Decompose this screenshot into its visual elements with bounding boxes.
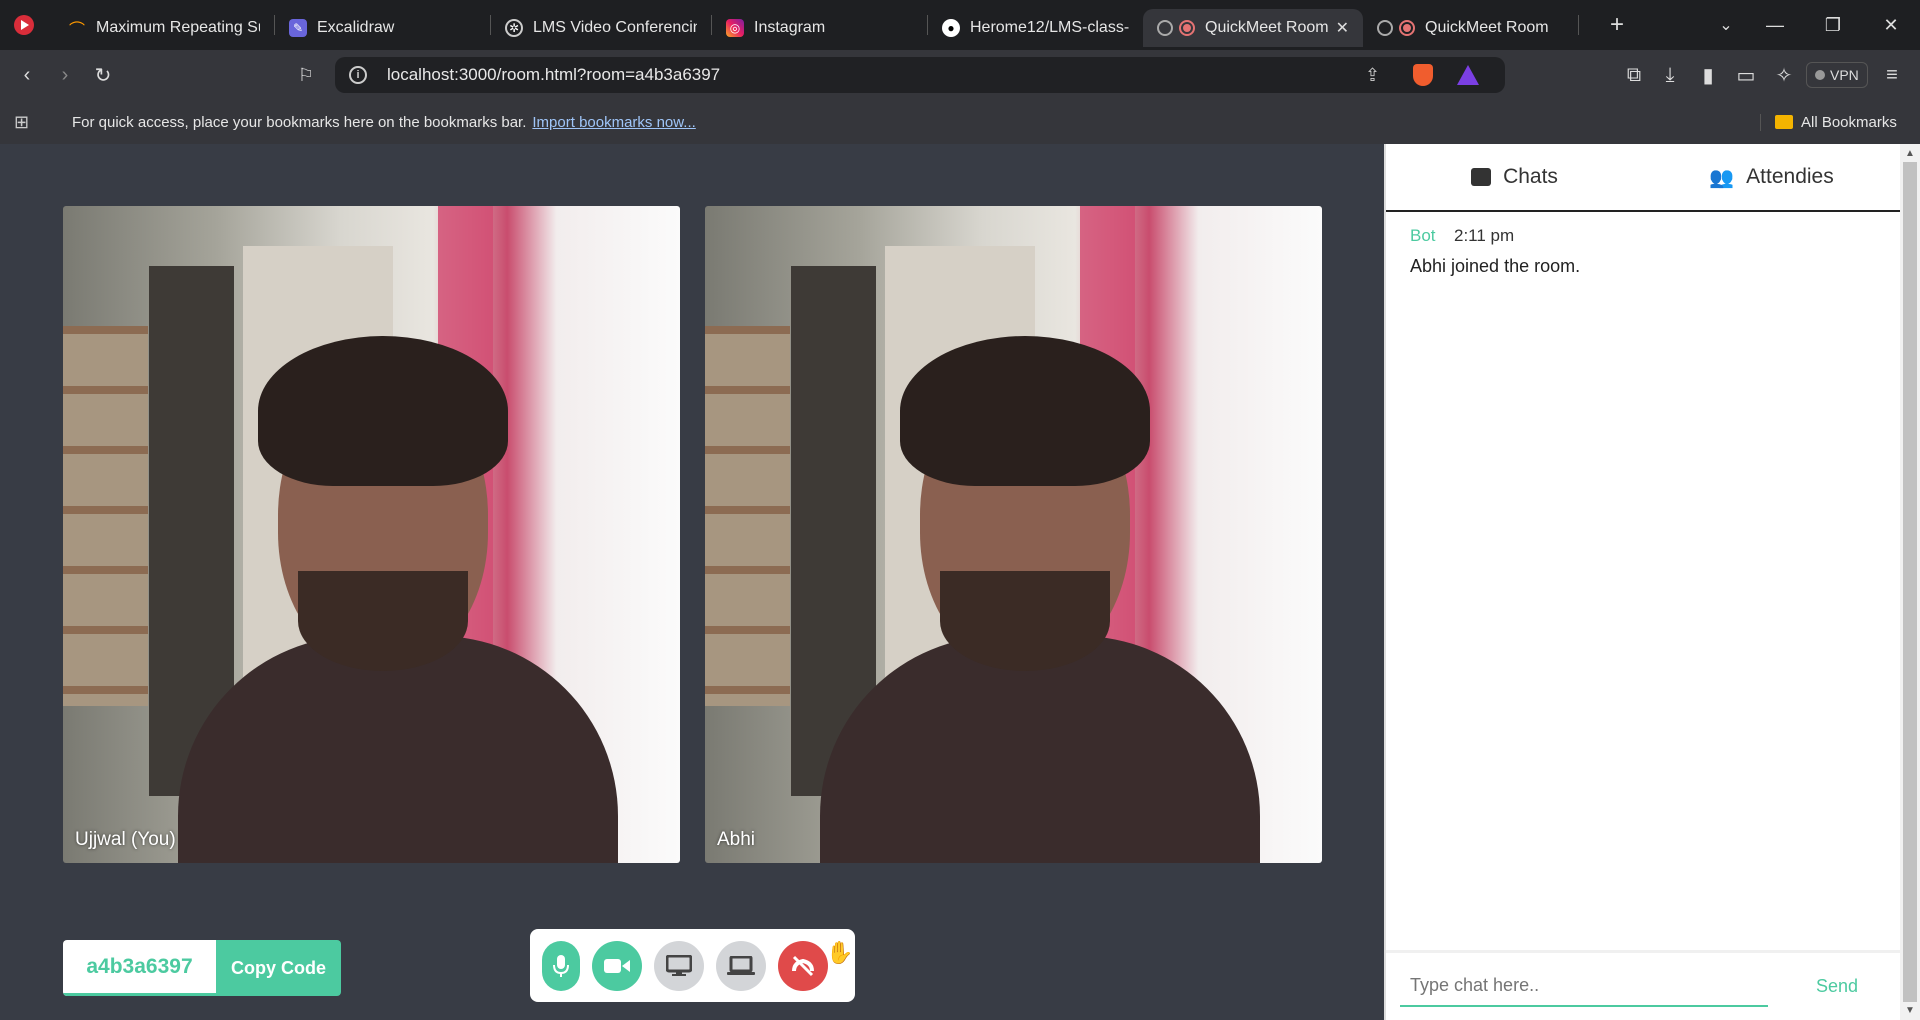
scroll-up-icon[interactable]: ▲ xyxy=(1905,148,1915,159)
folder-icon xyxy=(1775,115,1793,129)
room-code-box: a4b3a6397 Copy Code xyxy=(63,940,341,996)
video-camera-icon xyxy=(604,958,630,973)
users-icon: 👥 xyxy=(1709,166,1735,189)
recording-icon xyxy=(1399,20,1415,36)
leave-call-button[interactable] xyxy=(778,940,828,991)
import-bookmarks-link[interactable]: Import bookmarks now... xyxy=(532,114,695,131)
hand-cursor-icon: ✋ xyxy=(826,940,854,965)
call-controls xyxy=(530,929,855,1002)
tab-search-chevron-icon[interactable]: ⌄ xyxy=(1708,7,1744,43)
video-person xyxy=(298,571,468,671)
hang-up-icon xyxy=(792,955,814,976)
github-icon: ● xyxy=(942,19,960,37)
participant-name: Ujjwal (You) xyxy=(75,829,176,850)
chat-message: Bot 2:11 pm Abhi joined the room. xyxy=(1386,212,1900,291)
share-icon[interactable]: ⇪ xyxy=(1365,65,1380,86)
screen-share-button[interactable] xyxy=(654,940,704,991)
side-panel-tabs: Chats 👥 Attendies xyxy=(1386,144,1900,212)
reload-icon[interactable]: ↻ xyxy=(85,57,121,93)
restore-icon[interactable]: ❐ xyxy=(1804,0,1862,50)
camera-button[interactable] xyxy=(592,940,642,991)
all-bookmarks-button[interactable]: All Bookmarks xyxy=(1760,113,1897,131)
chat-input[interactable] xyxy=(1400,966,1768,1007)
tab-7[interactable]: QuickMeet Room xyxy=(1363,9,1578,47)
downloads-icon[interactable]: ⤓ xyxy=(1652,57,1688,93)
forward-icon[interactable]: › xyxy=(47,57,83,93)
microphone-icon xyxy=(553,954,569,977)
openai-icon: ✲ xyxy=(505,19,523,37)
tab-6-active[interactable]: QuickMeet Room ✕ xyxy=(1143,9,1363,47)
video-background xyxy=(705,326,790,706)
video-person xyxy=(258,336,508,486)
close-window-icon[interactable]: ✕ xyxy=(1862,0,1920,50)
apps-grid-icon[interactable]: ⊞ xyxy=(14,112,34,133)
tab-1[interactable]: ⌒ Maximum Repeating Sub xyxy=(54,9,274,47)
tab-chats[interactable]: Chats xyxy=(1386,144,1643,210)
new-tab-icon[interactable]: + xyxy=(1599,7,1635,43)
amazon-icon: ⌒ xyxy=(68,22,85,39)
message-sender: Bot xyxy=(1410,226,1436,245)
send-button[interactable]: Send xyxy=(1816,976,1858,997)
bookmarks-bar: ⊞ For quick access, place your bookmarks… xyxy=(0,100,1920,144)
extensions-icon[interactable]: ⧉ xyxy=(1616,57,1652,93)
brave-menu-icon[interactable] xyxy=(6,7,42,43)
copy-code-button[interactable]: Copy Code xyxy=(216,940,341,996)
scroll-down-icon[interactable]: ▼ xyxy=(1905,1005,1915,1016)
page-scrollbar[interactable]: ▲ ▼ xyxy=(1900,144,1920,1020)
tab-separator xyxy=(1578,15,1579,35)
recording-icon xyxy=(1179,20,1195,36)
leo-ai-icon[interactable]: ✧ xyxy=(1766,57,1802,93)
participant-name: Abhi xyxy=(717,829,756,850)
minimize-icon[interactable]: — xyxy=(1746,0,1804,50)
message-text: Abhi joined the room. xyxy=(1410,256,1581,276)
whiteboard-button[interactable] xyxy=(716,940,766,991)
back-icon[interactable]: ‹ xyxy=(9,57,45,93)
menu-icon[interactable]: ≡ xyxy=(1874,57,1910,93)
tab-2[interactable]: ✎ Excalidraw xyxy=(275,9,490,47)
bookmarks-prompt: For quick access, place your bookmarks h… xyxy=(72,113,527,131)
browser-tab-bar: ⌒ Maximum Repeating Sub ✎ Excalidraw ✲ L… xyxy=(0,0,1920,50)
video-tile-remote: Abhi xyxy=(705,206,1322,863)
globe-icon xyxy=(1377,20,1393,36)
tab-3[interactable]: ✲ LMS Video Conferencing xyxy=(491,9,711,47)
bookmark-icon[interactable]: ⚐ xyxy=(288,57,324,93)
brave-shields-icon[interactable] xyxy=(1413,64,1433,86)
site-info-icon[interactable]: i xyxy=(349,66,367,84)
wallet-icon[interactable]: ▭ xyxy=(1728,57,1764,93)
url-text[interactable]: localhost:3000/room.html?room=a4b3a6397 xyxy=(387,65,720,85)
laptop-icon xyxy=(727,955,755,975)
video-background xyxy=(63,326,148,706)
tab-4[interactable]: ◎ Instagram xyxy=(712,9,927,47)
side-panel: Chats 👥 Attendies Bot 2:11 pm Abhi joine… xyxy=(1384,144,1902,1020)
vpn-button[interactable]: VPN xyxy=(1806,62,1868,88)
chat-input-area: Send xyxy=(1386,950,1902,1020)
scrollbar-thumb[interactable] xyxy=(1903,162,1917,1002)
video-tile-local: Ujjwal (You) xyxy=(63,206,680,863)
excalidraw-icon: ✎ xyxy=(289,19,307,37)
chat-bubble-icon xyxy=(1471,168,1492,186)
room-code: a4b3a6397 xyxy=(63,940,216,996)
video-person xyxy=(900,336,1150,486)
microphone-button[interactable] xyxy=(542,940,580,991)
close-tab-icon[interactable]: ✕ xyxy=(1336,18,1349,38)
brave-rewards-icon[interactable] xyxy=(1457,65,1479,85)
sidebar-icon[interactable]: ▮ xyxy=(1690,57,1726,93)
globe-icon xyxy=(1157,20,1173,36)
meeting-room-page: Ujjwal (You) Abhi a4b3a6397 Copy Code Ch… xyxy=(0,144,1920,1020)
tab-5[interactable]: ● Herome12/LMS-class-M xyxy=(928,9,1143,47)
message-time: 2:11 pm xyxy=(1453,226,1515,245)
address-bar[interactable]: i localhost:3000/room.html?room=a4b3a639… xyxy=(335,57,1505,93)
instagram-icon: ◎ xyxy=(726,19,744,37)
vpn-status-icon xyxy=(1815,70,1825,80)
monitor-icon xyxy=(666,954,692,976)
tab-attendees[interactable]: 👥 Attendies xyxy=(1643,144,1900,210)
video-person xyxy=(940,571,1110,671)
